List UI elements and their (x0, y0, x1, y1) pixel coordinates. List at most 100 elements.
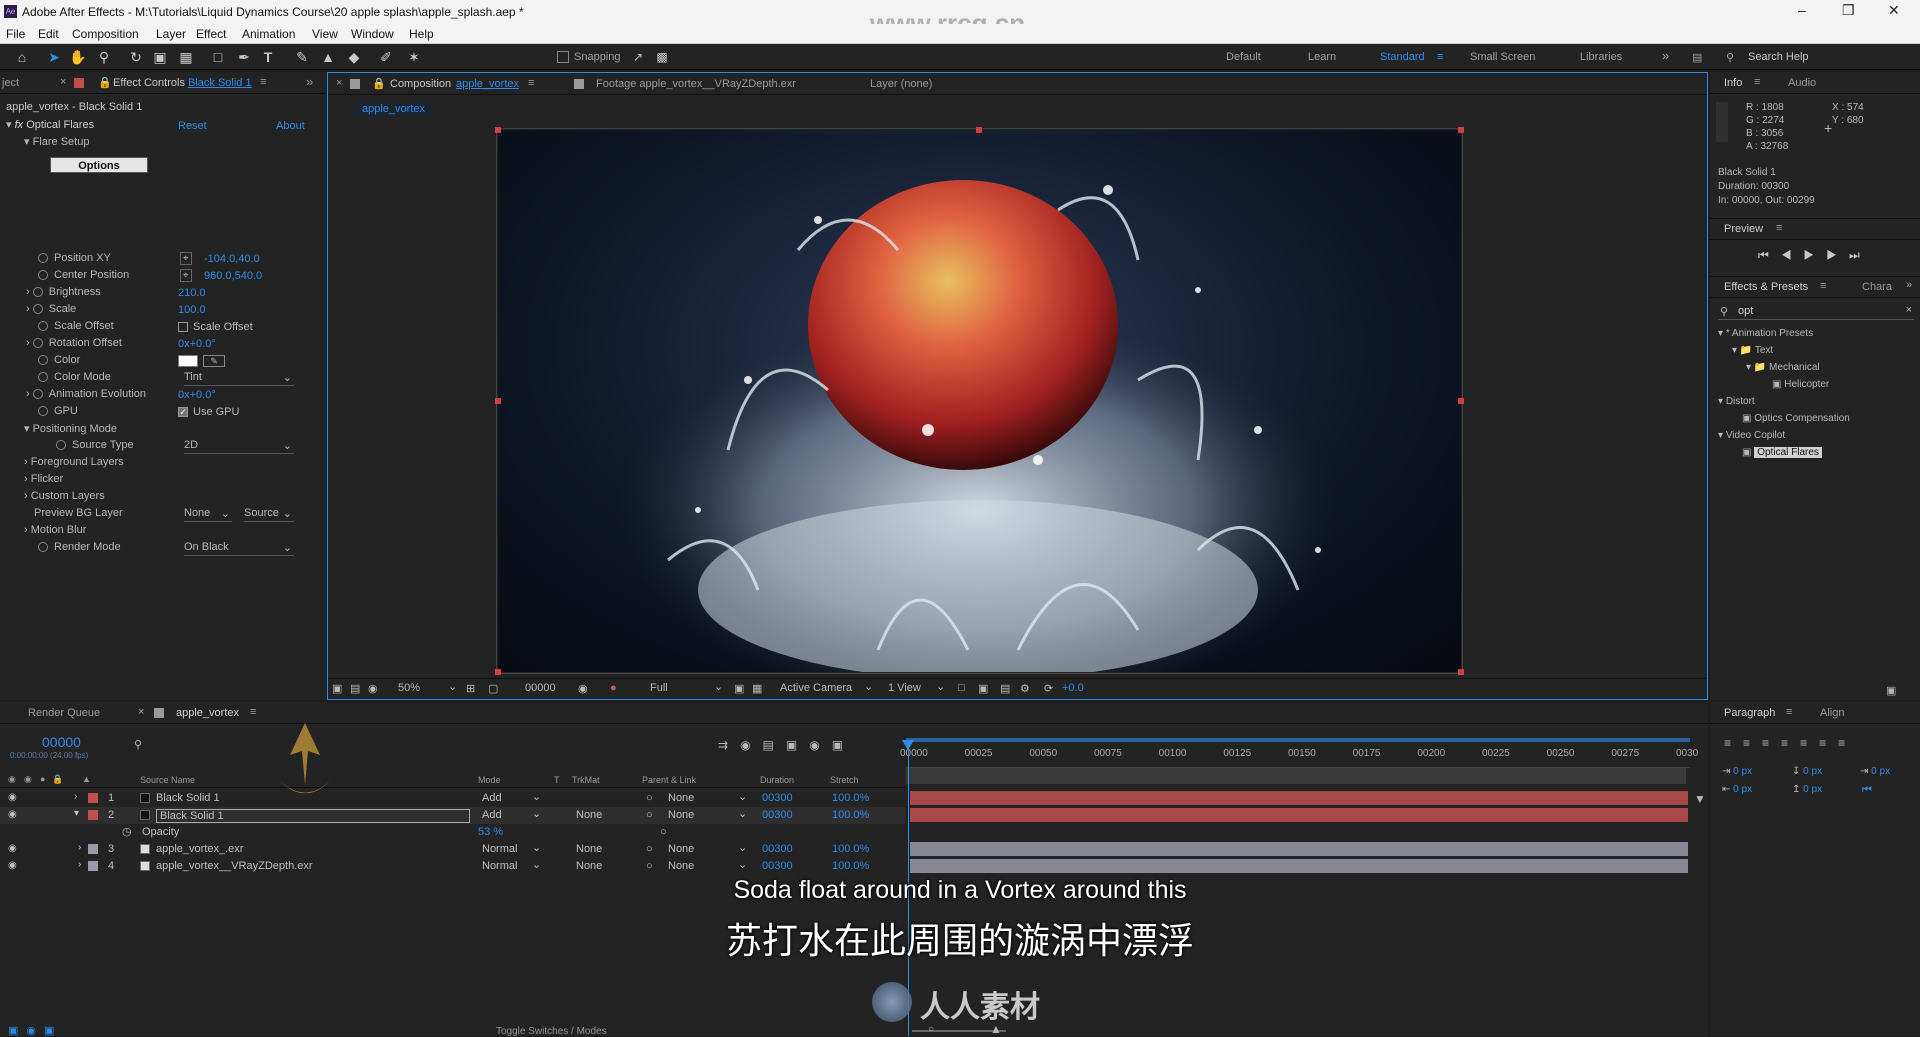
eye-icon[interactable]: ◉ (8, 792, 17, 803)
toggle-pixel-aspect-icon[interactable]: □ (958, 682, 965, 694)
selection-tool-icon[interactable]: ➤ (44, 47, 64, 67)
motion-blur-icon[interactable]: ▣ (786, 738, 809, 752)
workspace-standard[interactable]: Standard (1380, 51, 1425, 63)
workspace-default[interactable]: Default (1226, 51, 1261, 63)
crosshair-icon[interactable]: ⌖ (180, 269, 192, 282)
layer-trkmat[interactable]: None (576, 809, 602, 821)
parent-pickwhip-icon[interactable]: ○ (646, 843, 653, 855)
next-frame-icon[interactable]: ▶ (1826, 248, 1849, 262)
text-direction-icon[interactable]: ⏮ (1862, 784, 1872, 797)
chevron-down-icon[interactable]: ⌄ (864, 680, 873, 693)
shy-icon[interactable]: ◉ (740, 738, 762, 752)
hand-tool-icon[interactable]: ✋ (68, 47, 88, 67)
more-workspaces-icon[interactable]: » (1662, 48, 1669, 63)
render-queue-tab[interactable]: Render Queue (28, 707, 100, 719)
project-tab[interactable]: ject (2, 77, 19, 89)
layer-row[interactable]: ◉ › 4 apple_vortex__VRayZDepth.exr Normal ⌄ No… (0, 858, 905, 875)
workspace-libraries[interactable]: Libraries (1580, 51, 1622, 63)
timecode-field[interactable]: 00000 (525, 682, 556, 694)
safe-margins-icon[interactable]: ▢ (488, 682, 498, 695)
resolution-value[interactable]: Full (650, 682, 668, 694)
menu-composition[interactable]: Composition (72, 27, 139, 41)
fit-icon[interactable]: ⊞ (466, 682, 475, 695)
layer-name[interactable]: Black Solid 1 (156, 792, 220, 804)
opacity-value[interactable]: 53 % (478, 826, 503, 838)
search-icon[interactable]: ⚲ (134, 738, 142, 751)
menu-window[interactable]: Window (351, 27, 394, 41)
layer-parent[interactable]: None (668, 860, 694, 872)
workspace-learn[interactable]: Learn (1308, 51, 1336, 63)
new-folder-icon[interactable]: ▣ (1886, 684, 1896, 697)
tree-item-helicopter[interactable]: ▣ Helicopter (1718, 379, 1914, 396)
chevron-down-icon[interactable]: ⌄ (738, 807, 747, 820)
expand-panels-icon[interactable]: » (1906, 279, 1912, 291)
chevron-down-icon[interactable]: ⌄ (738, 841, 747, 854)
effect-controls-layer-link[interactable]: Black Solid 1 (188, 77, 252, 89)
clear-search-icon[interactable]: × (1906, 304, 1912, 316)
snapping-checkbox[interactable] (557, 51, 569, 63)
menu-animation[interactable]: Animation (242, 27, 295, 41)
menu-view[interactable]: View (312, 27, 338, 41)
justify-center-icon[interactable]: ≡ (1800, 736, 1819, 750)
lock-icon[interactable]: 🔒 (98, 76, 112, 89)
layer-stretch[interactable]: 100.0% (832, 809, 869, 821)
time-ruler[interactable]: 00000 00025 00050 00075 00100 00125 00150 00175… (900, 744, 1698, 768)
vr-icon[interactable]: ◉ (368, 682, 378, 695)
expand-arrow-icon[interactable]: ▾ (74, 808, 79, 819)
snapshot-icon[interactable]: ◉ (578, 682, 588, 695)
render-mode-dropdown[interactable]: On Black ⌄ (184, 541, 294, 556)
crosshair-icon[interactable]: ⌖ (180, 252, 192, 265)
layer-label-color[interactable] (88, 861, 98, 871)
zoom-value[interactable]: 50% (398, 682, 420, 694)
reset-link[interactable]: Reset (178, 120, 207, 132)
layer-parent[interactable]: None (668, 792, 694, 804)
layer-name[interactable]: apple_vortex_.exr (156, 843, 243, 855)
stopwatch-icon[interactable] (38, 542, 48, 553)
minimize-icon[interactable]: – (1798, 2, 1806, 18)
paragraph-tab[interactable]: Paragraph (1724, 707, 1775, 719)
close-icon[interactable]: ✕ (1888, 2, 1900, 19)
about-link[interactable]: About (276, 120, 305, 132)
layer-row[interactable]: ◉ › 3 apple_vortex_.exr Normal ⌄ None ○ None ⌄ 003… (0, 841, 905, 858)
flare-setup-group[interactable]: ▾ Flare Setup (24, 135, 89, 152)
snap-mode-icon[interactable]: ▩ (652, 47, 672, 67)
indent-left[interactable]: ⇥ 0 px (1722, 766, 1752, 777)
menu-layer[interactable]: Layer (156, 27, 186, 41)
chevron-down-icon[interactable]: ⌄ (936, 680, 945, 693)
space-after[interactable]: ↥ 0 px (1792, 784, 1822, 795)
info-tab[interactable]: Info (1724, 77, 1742, 89)
rotate-tool-icon[interactable]: ↻ (126, 47, 146, 67)
eye-icon[interactable]: ◉ (8, 843, 17, 854)
eyedropper-icon[interactable]: ✎ (203, 355, 225, 367)
stopwatch-icon[interactable] (38, 406, 48, 417)
align-right-icon[interactable]: ≡ (1762, 736, 1781, 750)
layer-duration[interactable]: 00300 (762, 843, 793, 855)
graph-editor-icon[interactable]: ◉ (809, 738, 831, 752)
chevron-down-icon[interactable]: ⌄ (448, 680, 457, 693)
layer-stretch[interactable]: 100.0% (832, 792, 869, 804)
fast-previews-icon[interactable]: ▣ (978, 682, 988, 695)
stopwatch-icon[interactable] (38, 253, 48, 264)
positioning-mode-group[interactable]: ▾ Positioning Mode (24, 422, 117, 439)
lock-icon[interactable]: 🔒 (372, 77, 386, 90)
home-icon[interactable]: ⌂ (12, 47, 32, 67)
menu-edit[interactable]: Edit (38, 27, 59, 41)
layer-row[interactable]: ◉ › 1 Black Solid 1 Add ⌄ ○ None ⌄ 00300 100.0% (0, 790, 905, 807)
layer-mode[interactable]: Normal (482, 860, 517, 872)
effects-presets-tab[interactable]: Effects & Presets (1724, 281, 1808, 293)
layer-row[interactable]: ◉ ▾ 2 Black Solid 1 Add ⌄ None ○ None ⌄ 00300 100.0… (0, 807, 905, 824)
stopwatch-icon[interactable] (56, 440, 66, 451)
puppet-tool-icon[interactable]: ✶ (404, 47, 424, 67)
justify-left-icon[interactable]: ≡ (1781, 736, 1800, 750)
always-preview-icon[interactable]: ▣ (332, 682, 342, 695)
close-tab-icon[interactable]: × (138, 706, 144, 718)
expand-panels-icon[interactable]: » (306, 74, 313, 89)
footage-tab[interactable]: Footage apple_vortex__VRayZDepth.exr (596, 78, 796, 90)
pan-behind-tool-icon[interactable]: ▦ (176, 47, 196, 67)
col-source-name[interactable]: Source Name (140, 775, 195, 785)
tree-item-animation-presets[interactable]: ▾ * Animation Presets (1718, 328, 1914, 345)
expand-arrow-icon[interactable]: › (78, 842, 81, 853)
panel-menu-icon[interactable]: ≡ (1754, 76, 1760, 88)
collapse-arrow-icon[interactable]: ▾ (6, 119, 12, 131)
rotation-offset-value[interactable]: 0x+0.0° (178, 338, 216, 350)
